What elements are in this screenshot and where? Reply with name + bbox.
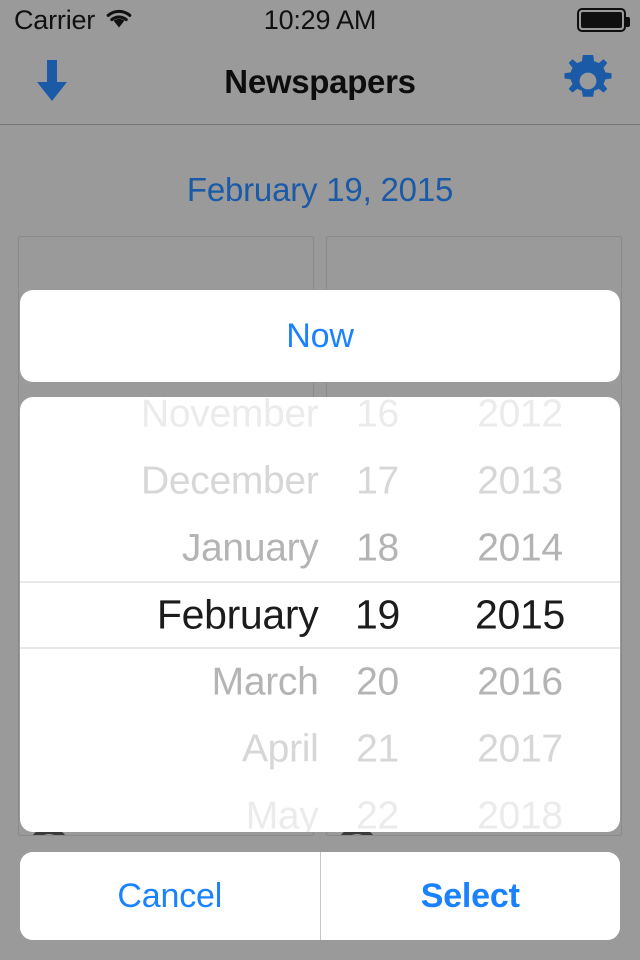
picker-item-day[interactable]: 18 <box>323 514 433 581</box>
status-bar-right <box>577 8 630 32</box>
status-bar-left: Carrier <box>14 4 134 35</box>
date-picker[interactable]: October November December January Februa… <box>20 397 620 832</box>
picker-wheel-day-items: 15 16 17 18 19 20 21 22 23 <box>323 397 433 832</box>
picker-wheel-month-items: October November December January Februa… <box>33 397 323 832</box>
picker-item-year[interactable]: 2018 <box>433 782 608 832</box>
download-arrow-icon <box>32 58 72 107</box>
picker-item-month[interactable]: November <box>33 397 323 447</box>
carrier-label: Carrier <box>14 4 96 35</box>
picker-item-month-selected[interactable]: February <box>33 581 323 648</box>
picker-wheels: October November December January Februa… <box>20 397 620 832</box>
now-button-label: Now <box>286 316 354 355</box>
picker-item-day[interactable]: 20 <box>323 648 433 715</box>
picker-item-month[interactable]: April <box>33 715 323 782</box>
picker-item-day[interactable]: 17 <box>323 447 433 514</box>
gear-icon <box>562 54 614 110</box>
date-header-label[interactable]: February 19, 2015 <box>0 126 640 209</box>
picker-item-month[interactable]: January <box>33 514 323 581</box>
picker-item-year[interactable]: 2016 <box>433 648 608 715</box>
picker-wheel-year[interactable]: 2011 2012 2013 2014 2015 2016 2017 2018 … <box>433 397 608 832</box>
picker-item-month[interactable]: December <box>33 447 323 514</box>
picker-wheel-month[interactable]: October November December January Februa… <box>33 397 323 832</box>
picker-item-day-selected[interactable]: 19 <box>323 581 433 648</box>
picker-item-day[interactable]: 21 <box>323 715 433 782</box>
card-download-label: DOWNLOAD <box>81 832 240 836</box>
picker-item-year[interactable]: 2012 <box>433 397 608 447</box>
status-bar: Carrier 10:29 AM <box>0 0 640 40</box>
iphone-screen: Carrier 10:29 AM Newspapers February 19,… <box>0 0 640 960</box>
picker-item-day[interactable]: 16 <box>323 397 433 447</box>
sheet-button-row: Cancel Select <box>20 852 620 940</box>
picker-item-year-selected[interactable]: 2015 <box>433 581 608 648</box>
settings-button[interactable] <box>560 54 616 110</box>
picker-wheel-year-items: 2011 2012 2013 2014 2015 2016 2017 2018 … <box>433 397 608 832</box>
picker-item-day[interactable]: 22 <box>323 782 433 832</box>
download-button[interactable] <box>24 54 80 110</box>
picker-item-year[interactable]: 2013 <box>433 447 608 514</box>
picker-item-month[interactable]: May <box>33 782 323 832</box>
now-button[interactable]: Now <box>20 290 620 382</box>
picker-item-month[interactable]: March <box>33 648 323 715</box>
picker-item-year[interactable]: 2014 <box>433 514 608 581</box>
battery-full-icon <box>577 8 630 32</box>
card-download-label: DOWNLOAD <box>389 832 548 836</box>
page-title: Newspapers <box>224 63 416 100</box>
cancel-button[interactable]: Cancel <box>20 852 320 940</box>
wifi-icon <box>104 7 134 34</box>
picker-item-year[interactable]: 2017 <box>433 715 608 782</box>
navigation-bar: Newspapers <box>0 40 640 125</box>
picker-wheel-day[interactable]: 15 16 17 18 19 20 21 22 23 <box>323 397 433 832</box>
select-button[interactable]: Select <box>320 852 620 940</box>
